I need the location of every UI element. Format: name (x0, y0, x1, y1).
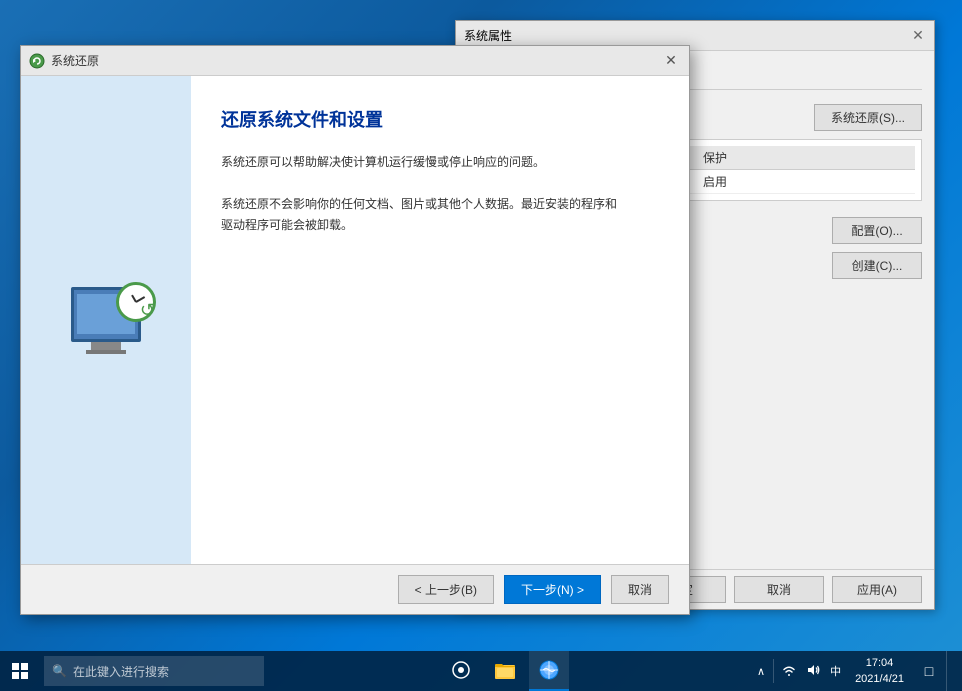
dialog-sidebar: ↺ (21, 76, 191, 564)
network-icon[interactable] (778, 661, 800, 682)
dialog-titlebar-left: 系统还原 (29, 52, 99, 69)
sys-props-titlebar-left: 系统属性 (464, 27, 512, 44)
system-restore-button[interactable]: 系统还原(S)... (814, 104, 922, 131)
file-explorer-icon (495, 660, 515, 680)
dialog-close-button[interactable]: ✕ (661, 51, 681, 71)
taskbar-right: ∧ 中 17:04 (745, 651, 962, 691)
dialog-title-text: 系统还原 (51, 52, 99, 69)
monitor-base (86, 350, 126, 354)
tray-separator (773, 659, 774, 683)
task-view-icon (451, 660, 471, 680)
start-button[interactable] (0, 651, 40, 691)
apply-button[interactable]: 应用(A) (832, 576, 922, 603)
dialog-heading: 还原系统文件和设置 (221, 106, 659, 132)
clock-arrow: ↺ (140, 300, 155, 321)
next-button[interactable]: 下一步(N) > (504, 575, 601, 604)
create-button[interactable]: 创建(C)... (832, 252, 922, 279)
dialog-footer: < 上一步(B) 下一步(N) > 取消 (21, 564, 689, 614)
restore-illustration: ↺ (41, 255, 171, 385)
windows-logo-icon (12, 663, 28, 679)
taskbar-browser[interactable] (529, 651, 569, 691)
taskbar-middle (264, 651, 745, 691)
sys-props-title: 系统属性 (464, 27, 512, 44)
language-indicator[interactable]: 中 (826, 661, 845, 681)
browser-icon (539, 660, 559, 680)
clock-overlay: ↺ (116, 282, 156, 322)
search-placeholder-text: 在此键入进行搜索 (73, 663, 169, 680)
tray-chevron[interactable]: ∧ (753, 663, 769, 680)
config-button[interactable]: 配置(O)... (832, 217, 922, 244)
dialog-body: ↺ 还原系统文件和设置 系统还原可以帮助解决使计算机运行缓慢或停止响应的问题。 … (21, 76, 689, 564)
cancel-button[interactable]: 取消 (734, 576, 824, 603)
system-restore-dialog: 系统还原 ✕ (20, 45, 690, 615)
taskbar: 🔍 在此键入进行搜索 (0, 651, 962, 691)
desktop: 系统属性 ✕ 远程 使用系统还原来撤销系统更改。 系统还原(S)... 保护 启… (0, 0, 962, 691)
dialog-main: 还原系统文件和设置 系统还原可以帮助解决使计算机运行缓慢或停止响应的问题。 系统… (191, 76, 689, 564)
search-icon: 🔍 (52, 664, 67, 678)
computer-icon: ↺ (71, 287, 141, 354)
show-desktop-button[interactable] (946, 651, 954, 691)
dialog-paragraph2: 系统还原不会影响你的任何文档、图片或其他个人数据。最近安装的程序和驱动程序可能会… (221, 194, 659, 237)
notification-button[interactable]: □ (914, 651, 944, 691)
col-protection: 保护 (695, 146, 915, 169)
system-restore-icon (29, 53, 45, 69)
cancel-dialog-button[interactable]: 取消 (611, 575, 669, 604)
monitor-stand (91, 342, 121, 350)
back-button[interactable]: < 上一步(B) (398, 575, 494, 604)
clock-date: 2021/4/21 (855, 671, 904, 688)
dialog-titlebar: 系统还原 ✕ (21, 46, 689, 76)
taskbar-file-explorer[interactable] (485, 651, 525, 691)
clock-display[interactable]: 17:04 2021/4/21 (847, 653, 912, 690)
taskbar-task-view[interactable] (441, 651, 481, 691)
dialog-paragraph1: 系统还原可以帮助解决使计算机运行缓慢或停止响应的问题。 (221, 152, 659, 174)
sys-props-close-btn[interactable]: ✕ (910, 28, 926, 44)
clock-time: 17:04 (855, 655, 904, 672)
search-bar[interactable]: 🔍 在此键入进行搜索 (44, 656, 264, 686)
row1-protection: 启用 (695, 170, 915, 193)
volume-icon[interactable] (802, 661, 824, 682)
